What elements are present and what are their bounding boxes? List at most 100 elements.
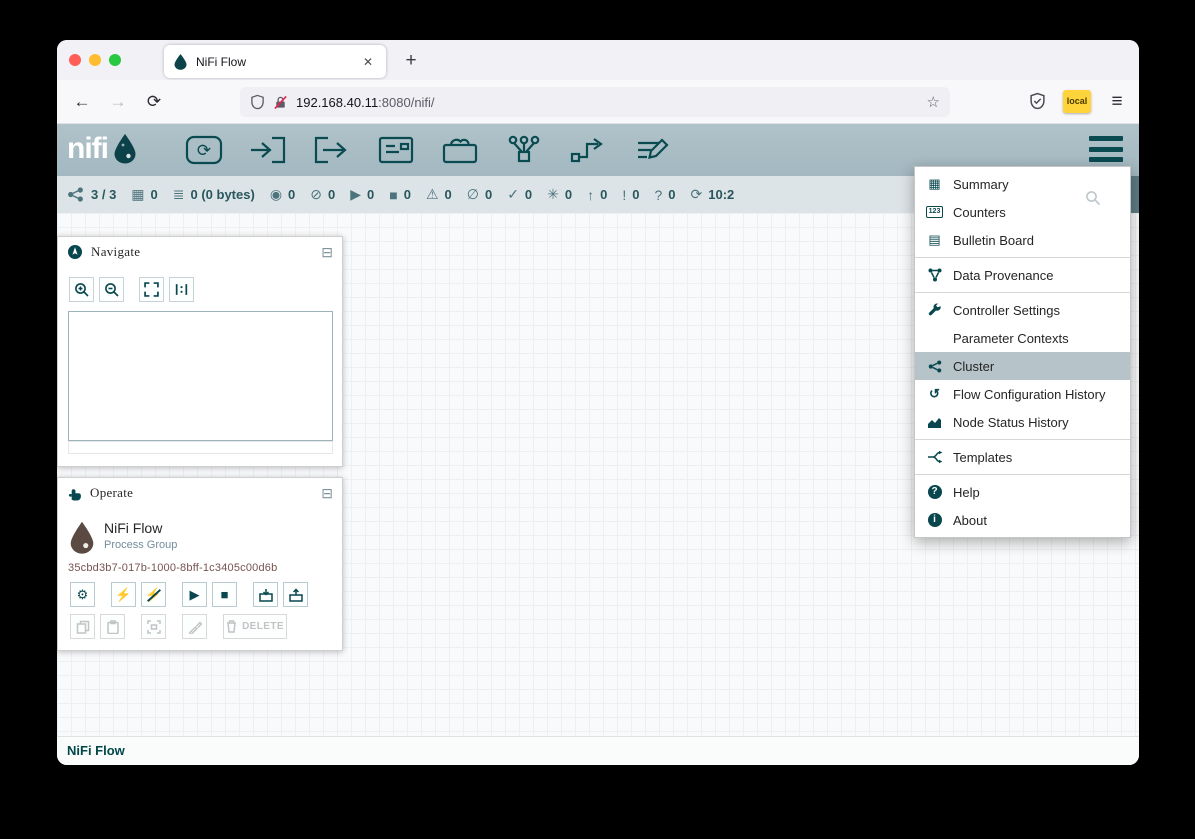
menu-item-cluster[interactable]: Cluster [915, 352, 1130, 380]
disable-button[interactable]: ⚡ [141, 582, 166, 607]
zoom-actual-size-button[interactable] [169, 277, 194, 302]
menu-item-templates[interactable]: Templates [915, 443, 1130, 471]
copy-button[interactable] [70, 614, 95, 639]
stop-icon: ■ [221, 587, 229, 602]
running-icon: ▶ [350, 186, 361, 203]
operate-header: Operate ⊟ [58, 478, 342, 508]
forward-button[interactable]: → [105, 90, 131, 114]
menu-item-bulletin-board[interactable]: ▤ Bulletin Board [915, 226, 1130, 254]
sync-failure-status: ? 0 [654, 187, 675, 203]
summary-icon: ▦ [928, 176, 940, 192]
operate-buttons-row1: ⚙ ⚡ ⚡ ▶ ■ [70, 582, 313, 607]
threads-icon: ▦ [131, 186, 144, 203]
collapse-operate-icon[interactable]: ⊟ [321, 486, 333, 500]
operate-title: Operate [90, 485, 313, 501]
new-tab-button[interactable]: + [397, 48, 425, 74]
group-button[interactable] [253, 582, 278, 607]
menu-item-help[interactable]: ? Help [915, 478, 1130, 506]
fill-color-button[interactable] [182, 614, 207, 639]
stale-icon: ↑ [587, 187, 594, 203]
refresh-icon[interactable]: ⟳ [691, 186, 703, 203]
delete-label: DELETE [242, 621, 284, 632]
menu-item-data-provenance[interactable]: Data Provenance [915, 261, 1130, 289]
tab-close-icon[interactable]: ✕ [359, 53, 377, 71]
birdseye-map[interactable] [68, 311, 333, 441]
process-group-button[interactable] [375, 132, 417, 168]
zoom-window-button[interactable] [109, 54, 121, 66]
area-chart-icon [927, 415, 942, 430]
transmitting-status: ◉ 0 [270, 186, 295, 203]
cluster-status: 3 / 3 [66, 187, 116, 202]
enable-button[interactable]: ⚡ [111, 582, 136, 607]
collapse-navigate-icon[interactable]: ⊟ [321, 245, 333, 259]
last-refresh[interactable]: ⟳ 10:2 [691, 186, 735, 203]
remote-process-group-button[interactable] [439, 132, 481, 168]
wrench-icon [927, 303, 942, 318]
bulletin-board-icon: ▤ [928, 232, 940, 248]
ungroup-button[interactable] [283, 582, 308, 607]
breadcrumb-root[interactable]: NiFi Flow [67, 743, 125, 758]
tracking-protection-shield-icon[interactable] [250, 94, 265, 110]
menu-item-parameter-contexts[interactable]: Parameter Contexts [915, 324, 1130, 352]
configuration-button[interactable]: ⚙ [70, 582, 95, 607]
navigate-title: Navigate [91, 244, 313, 260]
global-menu-button[interactable] [1089, 136, 1123, 162]
url-bar[interactable]: 192.168.40.11:8080/nifi/ ☆ [240, 87, 950, 117]
stop-button[interactable]: ■ [212, 582, 237, 607]
browser-tab-bar: NiFi Flow ✕ + [57, 40, 1139, 80]
nifi-favicon-drop-icon [173, 53, 188, 70]
browser-tab[interactable]: NiFi Flow ✕ [164, 45, 386, 78]
zoom-in-button[interactable] [69, 277, 94, 302]
about-icon: i [928, 513, 942, 527]
disabled-status: ∅ 0 [467, 186, 492, 203]
window-controls [69, 54, 121, 66]
locally-modified-stale-icon: ! [622, 187, 626, 203]
nifi-logo-text: nifi [67, 132, 108, 166]
processor-button[interactable]: ⟳ [183, 132, 225, 168]
selected-component-name: NiFi Flow [104, 520, 162, 536]
transmitting-icon: ◉ [270, 186, 282, 203]
zoom-out-button[interactable] [99, 277, 124, 302]
extension-local-badge[interactable]: local [1063, 90, 1091, 113]
start-button[interactable]: ▶ [182, 582, 207, 607]
locally-modified-stale-status: ! 0 [622, 187, 639, 203]
nifi-search-button[interactable] [1085, 190, 1101, 206]
birdseye-brush[interactable] [68, 441, 333, 454]
input-port-button[interactable] [247, 132, 289, 168]
reload-button[interactable]: ⟳ [141, 90, 167, 114]
operate-buttons-row2: DELETE [70, 614, 292, 639]
templates-icon [927, 449, 943, 465]
paste-button[interactable] [100, 614, 125, 639]
navigate-tools [69, 277, 199, 302]
menu-item-node-status-history[interactable]: Node Status History [915, 408, 1130, 436]
menu-item-controller-settings[interactable]: Controller Settings [915, 296, 1130, 324]
zoom-fit-button[interactable] [139, 277, 164, 302]
insecure-lock-icon[interactable] [273, 95, 288, 110]
template-toolbar-button[interactable] [567, 132, 609, 168]
create-template-button[interactable] [141, 614, 166, 639]
navigate-header: Navigate ⊟ [58, 237, 342, 267]
not-transmitting-status: ⊘ 0 [310, 186, 335, 203]
delete-button[interactable]: DELETE [223, 614, 287, 639]
output-port-button[interactable] [311, 132, 353, 168]
bookmark-star-icon[interactable]: ☆ [927, 93, 940, 111]
search-icon [1085, 190, 1101, 206]
minimize-window-button[interactable] [89, 54, 101, 66]
close-window-button[interactable] [69, 54, 81, 66]
menu-item-flow-configuration-history[interactable]: ↺ Flow Configuration History [915, 380, 1130, 408]
running-status: ▶ 0 [350, 186, 374, 203]
up-to-date-status: ✓ 0 [507, 186, 532, 203]
label-button[interactable] [631, 132, 673, 168]
funnel-button[interactable] [503, 132, 545, 168]
app-menu-button[interactable]: ≡ [1103, 89, 1131, 115]
back-button[interactable]: ← [69, 90, 95, 114]
disabled-icon: ∅ [467, 186, 479, 203]
locally-modified-icon: ✳ [547, 186, 559, 203]
menu-item-about[interactable]: i About [915, 506, 1130, 534]
extension-shield-icon[interactable] [1029, 92, 1046, 110]
locally-modified-status: ✳ 0 [547, 186, 572, 203]
compass-icon [67, 244, 83, 260]
nifi-logo: nifi [67, 132, 138, 166]
status-bar-edge [1130, 176, 1139, 213]
selected-component-id[interactable]: 35cbd3b7-017b-1000-8bff-1c3405c00d6b [68, 562, 277, 574]
